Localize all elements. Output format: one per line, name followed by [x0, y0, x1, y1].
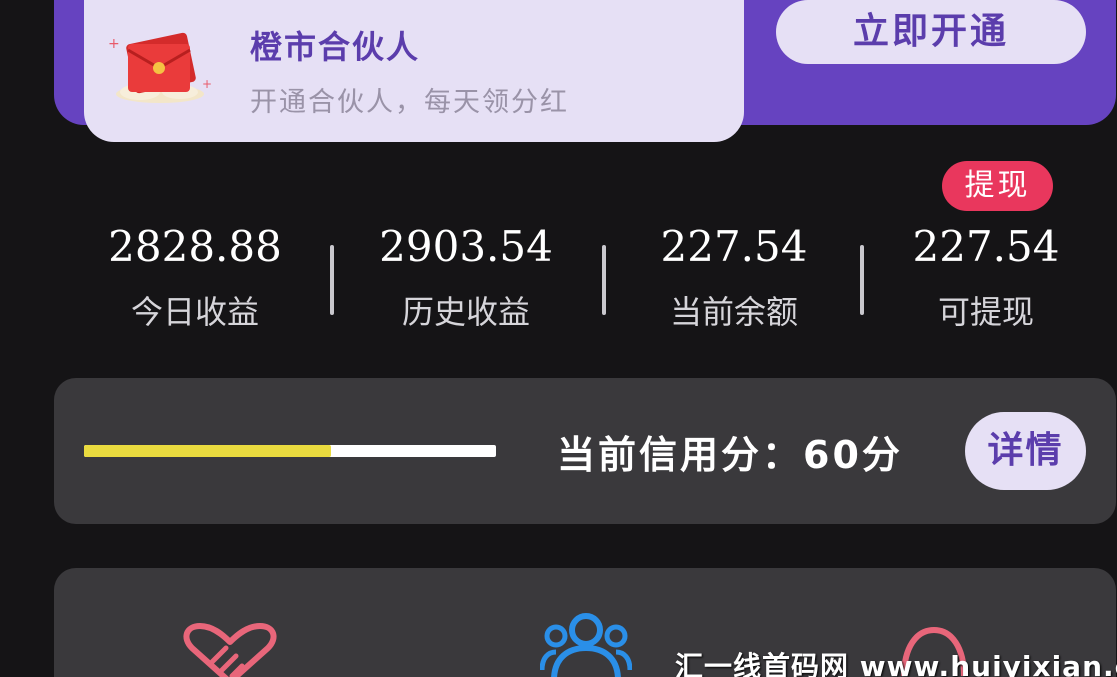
stat-history-earnings: 2903.54 历史收益	[366, 222, 566, 332]
stat-value: 2903.54	[379, 222, 553, 271]
stat-value: 227.54	[660, 222, 808, 271]
stat-label: 今日收益	[130, 293, 259, 331]
stat-current-balance: 227.54 当前余额	[634, 222, 834, 332]
page: + + 橙市合伙人 开通合伙人，每天领分红 立即开通 提现 2828.88 今日…	[0, 0, 1117, 677]
credit-score-label: 当前信用分：60分	[557, 433, 903, 477]
details-button[interactable]: 详情	[965, 412, 1086, 490]
envelope-icon: + +	[108, 32, 212, 103]
stat-today-earnings: 2828.88 今日收益	[95, 222, 295, 332]
stat-label: 历史收益	[401, 293, 530, 331]
stat-value: 2828.88	[108, 222, 282, 271]
stat-divider	[860, 245, 864, 315]
withdraw-button[interactable]: 提现	[942, 161, 1053, 211]
stat-label: 当前余额	[669, 293, 798, 331]
credit-progress-fill	[84, 445, 332, 457]
stat-label: 可提现	[937, 293, 1034, 331]
stat-withdrawable: 227.54 可提现	[886, 222, 1086, 332]
svg-text:+: +	[108, 36, 120, 52]
partner-title: 橙市合伙人	[250, 28, 421, 66]
stat-divider	[330, 245, 334, 315]
heart-handshake-icon[interactable]	[182, 622, 278, 677]
stat-divider	[602, 245, 606, 315]
watermark: 汇一线首码网 www.huiyixian.com	[675, 650, 1117, 677]
stat-value: 227.54	[912, 222, 1060, 271]
svg-text:+: +	[202, 77, 212, 91]
credit-progress-bar	[84, 445, 496, 457]
users-icon[interactable]	[540, 608, 632, 677]
activate-button[interactable]: 立即开通	[776, 0, 1086, 64]
partner-subtitle: 开通合伙人，每天领分红	[250, 87, 569, 118]
